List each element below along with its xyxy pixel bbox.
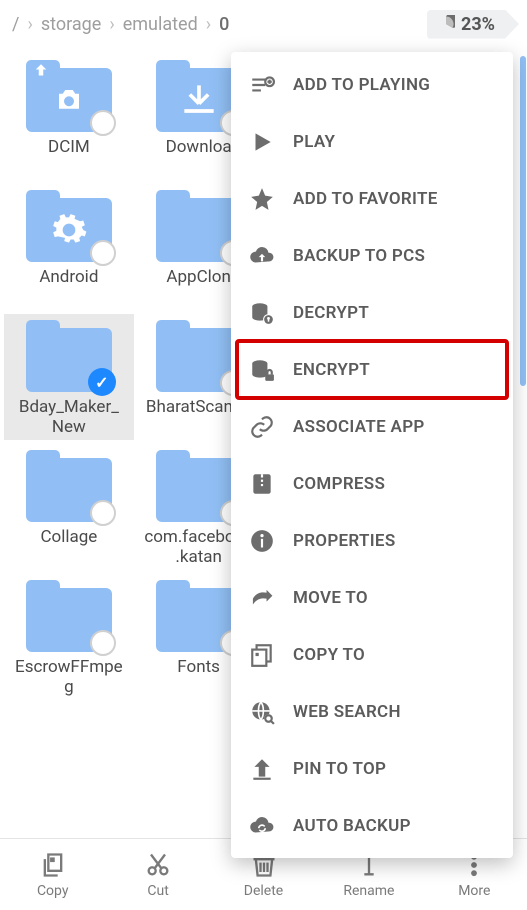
menu-item-cloud-up[interactable]: BACKUP TO PCS xyxy=(231,227,513,284)
menu-item-globe-search[interactable]: WEB SEARCH xyxy=(231,683,513,740)
zip-icon xyxy=(249,471,275,497)
folder-icon xyxy=(26,450,112,522)
folder-label: AppClon xyxy=(166,268,230,308)
rename-label: Rename xyxy=(343,883,394,899)
cut-label: Cut xyxy=(147,883,168,899)
arrow-share-icon xyxy=(249,585,275,611)
breadcrumb-emulated[interactable]: emulated xyxy=(119,14,202,35)
menu-item-label: ENCRYPT xyxy=(293,360,370,380)
folder-icon: ✓ xyxy=(26,320,112,392)
folder-item[interactable]: EscrowFFmpeg xyxy=(4,574,134,700)
copy-icon xyxy=(249,642,275,668)
pin-up-icon xyxy=(249,756,275,782)
menu-item-label: COMPRESS xyxy=(293,474,385,494)
status-dot xyxy=(90,110,116,136)
status-dot xyxy=(90,630,116,656)
menu-item-label: ASSOCIATE APP xyxy=(293,417,425,437)
folder-icon xyxy=(156,580,242,652)
folder-label: Collage xyxy=(40,528,97,568)
folder-icon xyxy=(156,60,242,132)
breadcrumb-current[interactable]: 0 xyxy=(215,14,233,35)
status-dot xyxy=(90,500,116,526)
db-lock-icon xyxy=(249,357,275,383)
copy-label: Copy xyxy=(37,883,69,899)
chevron-right-icon: › xyxy=(27,14,32,35)
menu-item-label: DECRYPT xyxy=(293,303,369,323)
folder-label: EscrowFFmpeg xyxy=(14,658,124,698)
more-label: More xyxy=(458,883,490,899)
delete-label: Delete xyxy=(244,883,283,899)
folder-label: Downloa xyxy=(166,138,232,178)
menu-item-label: COPY TO xyxy=(293,645,365,665)
folder-label: Fonts xyxy=(177,658,220,698)
folder-icon xyxy=(156,450,242,522)
breadcrumb[interactable]: / › storage › emulated › 0 23% xyxy=(0,0,527,48)
db-unlock-icon xyxy=(249,300,275,326)
folder-icon xyxy=(26,60,112,132)
chevron-right-icon: › xyxy=(206,14,211,35)
menu-item-label: AUTO BACKUP xyxy=(293,816,411,836)
menu-item-play[interactable]: PLAY xyxy=(231,113,513,170)
folder-item[interactable]: ✓Bday_Maker_New xyxy=(4,314,134,440)
menu-item-label: PLAY xyxy=(293,132,335,152)
play-icon xyxy=(249,129,275,155)
copy-icon xyxy=(39,851,67,879)
cloud-up-icon xyxy=(249,243,275,269)
scissors-icon xyxy=(144,851,172,879)
info-icon xyxy=(249,528,275,554)
pie-icon xyxy=(437,15,455,33)
menu-item-label: ADD TO PLAYING xyxy=(293,75,430,95)
chevron-right-icon: › xyxy=(109,14,114,35)
breadcrumb-root[interactable]: / xyxy=(8,14,23,35)
menu-item-label: ADD TO FAVORITE xyxy=(293,189,438,209)
star-icon xyxy=(249,186,275,212)
menu-item-label: BACKUP TO PCS xyxy=(293,246,425,266)
folder-icon xyxy=(156,320,242,392)
check-icon: ✓ xyxy=(88,368,116,396)
menu-item-label: WEB SEARCH xyxy=(293,702,401,722)
folder-label: DCIM xyxy=(48,138,90,178)
folder-icon xyxy=(26,190,112,262)
folder-icon xyxy=(156,190,242,262)
storage-percent: 23% xyxy=(461,14,495,35)
menu-item-label: MOVE TO xyxy=(293,588,368,608)
context-menu: ADD TO PLAYING PLAY ADD TO FAVORITE BACKUP … xyxy=(231,52,513,858)
menu-item-info[interactable]: PROPERTIES xyxy=(231,512,513,569)
menu-item-zip[interactable]: COMPRESS xyxy=(231,455,513,512)
menu-item-playlist-add[interactable]: ADD TO PLAYING xyxy=(231,56,513,113)
menu-item-cloud-sync[interactable]: AUTO BACKUP xyxy=(231,797,513,854)
folder-item[interactable]: DCIM xyxy=(4,54,134,180)
menu-item-star[interactable]: ADD TO FAVORITE xyxy=(231,170,513,227)
globe-search-icon xyxy=(249,699,275,725)
menu-item-db-unlock[interactable]: DECRYPT xyxy=(231,284,513,341)
menu-item-label: PROPERTIES xyxy=(293,531,396,551)
menu-item-db-lock[interactable]: ENCRYPT xyxy=(237,341,507,398)
folder-label: Bday_Maker_New xyxy=(14,398,124,438)
cloud-sync-icon xyxy=(249,813,275,839)
folder-item[interactable]: Collage xyxy=(4,444,134,570)
scrollbar-thumb[interactable] xyxy=(520,56,526,386)
menu-item-label: PIN TO TOP xyxy=(293,759,386,779)
link-icon xyxy=(249,414,275,440)
status-dot xyxy=(90,240,116,266)
menu-item-arrow-share[interactable]: MOVE TO xyxy=(231,569,513,626)
menu-item-pin-up[interactable]: PIN TO TOP xyxy=(231,740,513,797)
storage-usage-badge[interactable]: 23% xyxy=(427,10,519,39)
menu-item-link[interactable]: ASSOCIATE APP xyxy=(231,398,513,455)
breadcrumb-storage[interactable]: storage xyxy=(37,14,105,35)
menu-item-copy[interactable]: COPY TO xyxy=(231,626,513,683)
folder-label: Android xyxy=(39,268,98,308)
copy-button[interactable]: Copy xyxy=(0,839,105,910)
folder-item[interactable]: Android xyxy=(4,184,134,310)
playlist-add-icon xyxy=(249,72,275,98)
cut-button[interactable]: Cut xyxy=(105,839,210,910)
folder-icon xyxy=(26,580,112,652)
